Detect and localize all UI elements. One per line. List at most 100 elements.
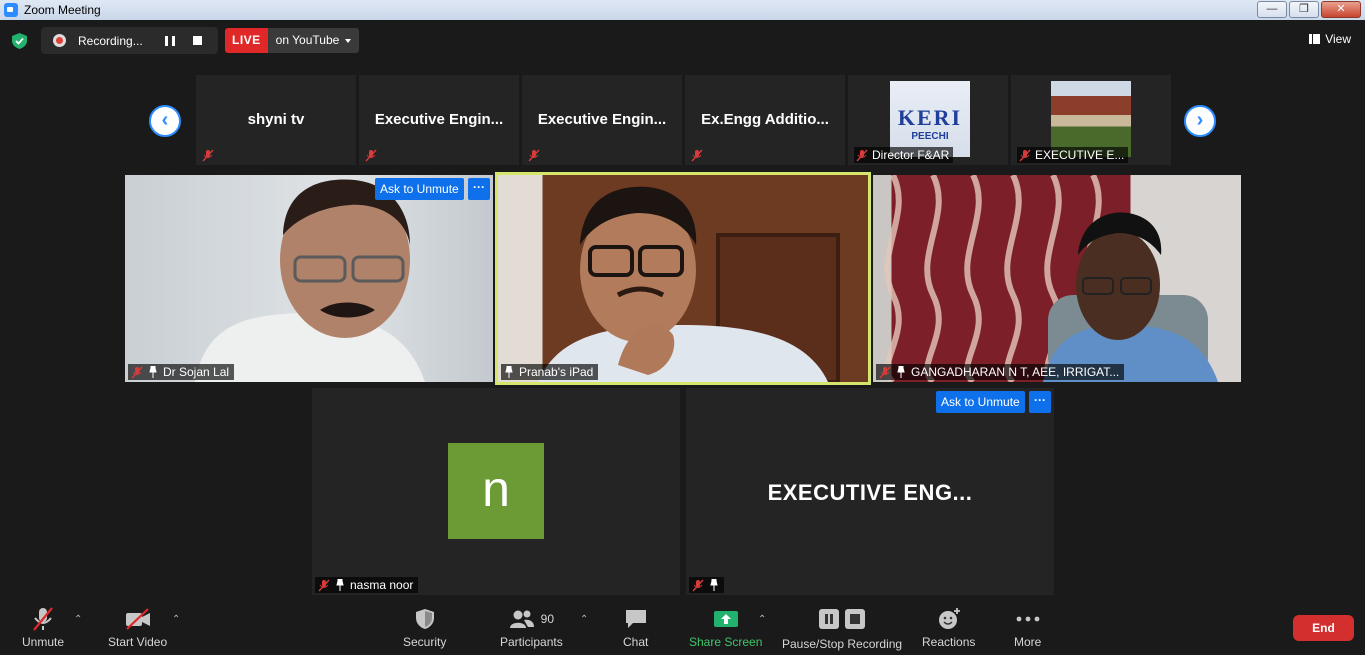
participant-name: shyni tv bbox=[247, 111, 305, 128]
participant-name: nasma noor bbox=[350, 578, 414, 592]
pause-icon bbox=[819, 609, 840, 629]
security-label: Security bbox=[403, 635, 447, 649]
participant-video bbox=[538, 186, 840, 382]
muted-mic-icon bbox=[131, 366, 143, 378]
live-destination-dropdown[interactable]: on YouTube bbox=[267, 28, 360, 53]
live-destination-label: on YouTube bbox=[275, 33, 340, 47]
stop-recording-icon[interactable] bbox=[193, 36, 202, 45]
reactions-emoji-icon bbox=[938, 608, 960, 629]
encryption-shield-icon[interactable] bbox=[12, 33, 27, 49]
reactions-label: Reactions bbox=[922, 635, 976, 649]
more-dots-icon bbox=[1016, 616, 1040, 622]
tile-more-options-button[interactable]: ··· bbox=[468, 178, 490, 200]
share-screen-button[interactable]: Share Screen bbox=[689, 606, 762, 649]
thumbnail-footer bbox=[691, 147, 703, 163]
pause-stop-recording-label: Pause/Stop Recording bbox=[782, 637, 903, 651]
title-bar: Zoom Meeting — ❐ ✕ bbox=[0, 0, 1365, 20]
thumbnail-participant[interactable]: Executive Engin... bbox=[522, 75, 682, 165]
microphone-muted-icon bbox=[33, 607, 53, 631]
muted-mic-icon bbox=[365, 149, 377, 161]
thumbnail-footer: EXECUTIVE E... bbox=[1017, 147, 1129, 163]
meeting-toolbar: Unmute ⌃ Start Video ⌃ Security 90 Parti… bbox=[0, 600, 1365, 655]
pin-icon bbox=[336, 579, 344, 591]
thumbnail-footer: Director F&AR bbox=[854, 147, 954, 163]
next-page-button[interactable]: › bbox=[1184, 105, 1216, 137]
tile-name-label bbox=[689, 577, 724, 593]
view-button[interactable]: View bbox=[1309, 32, 1351, 46]
participant-profile-image bbox=[1051, 81, 1131, 157]
end-meeting-button[interactable]: End bbox=[1293, 615, 1354, 641]
share-screen-icon bbox=[713, 611, 738, 627]
ask-to-unmute-button[interactable]: Ask to Unmute bbox=[936, 391, 1025, 413]
thumbnail-participant[interactable]: Ex.Engg Additio... bbox=[685, 75, 845, 165]
video-camera-off-icon bbox=[125, 608, 150, 630]
more-button[interactable]: More bbox=[1014, 606, 1041, 649]
participants-count: 90 bbox=[540, 612, 555, 626]
participant-name: EXECUTIVE ENG... bbox=[767, 480, 973, 505]
zoom-meeting-window: Zoom Meeting — ❐ ✕ Recording... LIVE on … bbox=[0, 0, 1365, 655]
recording-indicator: Recording... bbox=[41, 27, 218, 54]
chevron-down-icon bbox=[345, 38, 352, 43]
start-video-label: Start Video bbox=[108, 635, 168, 649]
thumbnail-participant[interactable]: KERI PEECHI Director F&AR bbox=[848, 75, 1008, 165]
thumbnail-participant[interactable]: Executive Engin... bbox=[359, 75, 519, 165]
pause-stop-recording-button[interactable]: Pause/Stop Recording bbox=[782, 606, 902, 651]
recording-label: Recording... bbox=[78, 33, 143, 48]
participant-name: Executive Engin... bbox=[537, 111, 667, 128]
video-options-caret-icon[interactable]: ⌃ bbox=[172, 614, 180, 625]
video-tile-sojan[interactable]: Dr Sojan Lal bbox=[125, 175, 493, 382]
zoom-app-icon bbox=[4, 3, 18, 17]
participant-name: Pranab's iPad bbox=[519, 365, 594, 379]
participant-name: Ex.Engg Additio... bbox=[701, 111, 829, 128]
security-button[interactable]: Security bbox=[403, 606, 446, 649]
share-screen-label: Share Screen bbox=[689, 635, 763, 649]
pause-recording-icon[interactable] bbox=[165, 35, 175, 46]
pin-icon bbox=[149, 366, 157, 378]
minimize-button[interactable]: — bbox=[1257, 1, 1287, 18]
window-controls: — ❐ ✕ bbox=[1257, 1, 1361, 18]
tile-name-label: Dr Sojan Lal bbox=[128, 364, 235, 380]
restore-button[interactable]: ❐ bbox=[1289, 1, 1319, 18]
participant-video bbox=[884, 175, 1218, 382]
more-label: More bbox=[1014, 635, 1042, 649]
muted-mic-icon bbox=[691, 149, 703, 161]
thumbnail-participant[interactable]: shyni tv bbox=[196, 75, 356, 165]
view-label: View bbox=[1325, 32, 1351, 46]
live-badge: LIVE bbox=[225, 28, 268, 53]
participants-label: Participants bbox=[500, 635, 563, 649]
thumbnail-participant[interactable]: EXECUTIVE E... bbox=[1011, 75, 1171, 165]
share-options-caret-icon[interactable]: ⌃ bbox=[758, 614, 766, 625]
chat-button[interactable]: Chat bbox=[623, 606, 648, 649]
participant-video bbox=[195, 179, 425, 382]
video-tile-pranab[interactable]: Pranab's iPad bbox=[498, 175, 868, 382]
profile-image-logo-text: KERI bbox=[897, 105, 963, 130]
participant-name: EXECUTIVE E... bbox=[1035, 148, 1125, 162]
ask-to-unmute-button[interactable]: Ask to Unmute bbox=[375, 178, 464, 200]
participants-icon bbox=[509, 610, 534, 628]
participants-options-caret-icon[interactable]: ⌃ bbox=[580, 614, 588, 625]
muted-mic-icon bbox=[318, 579, 330, 591]
muted-mic-icon bbox=[856, 149, 868, 161]
participant-profile-image: KERI PEECHI bbox=[890, 81, 970, 157]
participants-button[interactable]: 90 Participants bbox=[500, 606, 563, 649]
unmute-label: Unmute bbox=[22, 635, 65, 649]
previous-page-button[interactable]: ‹ bbox=[149, 105, 181, 137]
muted-mic-icon bbox=[1019, 149, 1031, 161]
live-stream-indicator[interactable]: LIVE on YouTube bbox=[225, 28, 360, 53]
close-button[interactable]: ✕ bbox=[1321, 1, 1361, 18]
video-tile-gangadharan[interactable]: GANGADHARAN N T, AEE, IRRIGAT... bbox=[873, 175, 1241, 382]
muted-mic-icon bbox=[528, 149, 540, 161]
avatar: n bbox=[448, 443, 544, 539]
start-video-button[interactable]: Start Video bbox=[108, 606, 167, 649]
thumbnail-footer bbox=[528, 147, 540, 163]
tile-more-options-button[interactable]: ··· bbox=[1029, 391, 1051, 413]
stop-icon bbox=[845, 609, 866, 629]
meeting-top-bar: Recording... LIVE on YouTube View bbox=[0, 20, 1365, 60]
audio-options-caret-icon[interactable]: ⌃ bbox=[74, 614, 82, 625]
participant-name: Dr Sojan Lal bbox=[163, 365, 230, 379]
reactions-button[interactable]: Reactions bbox=[922, 606, 975, 649]
unmute-button[interactable]: Unmute bbox=[22, 606, 64, 649]
muted-mic-icon bbox=[692, 579, 704, 591]
profile-image-subtext: PEECHI bbox=[911, 131, 949, 142]
recording-dot-icon bbox=[53, 34, 66, 47]
